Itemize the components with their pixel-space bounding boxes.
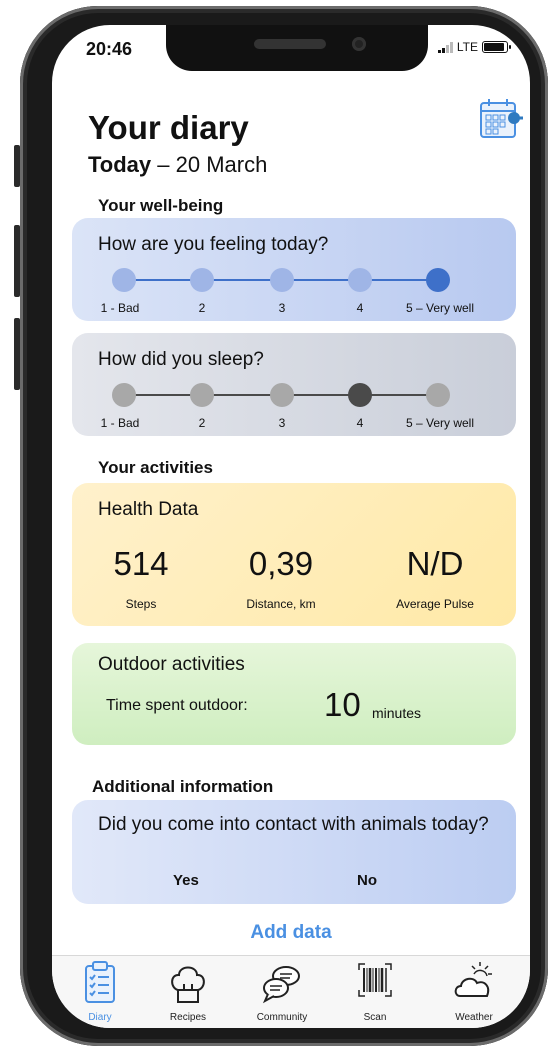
health-data-card[interactable]: Health Data 514 Steps 0,39 Distance, km … (72, 483, 516, 626)
barcode-icon (358, 963, 392, 997)
mute-switch (14, 145, 20, 187)
sleep-option-5-label: 5 – Very well (405, 416, 475, 430)
add-data-button[interactable]: Add data (52, 922, 530, 944)
steps-value: 514 (113, 545, 169, 582)
date-value: – 20 March (151, 152, 268, 177)
outdoor-title: Outdoor activities (98, 654, 245, 675)
calendar-button[interactable] (479, 97, 523, 151)
status-indicators: LTE (437, 40, 511, 54)
tab-community-label: Community (256, 1012, 308, 1023)
distance-value: 0,39 (248, 545, 314, 582)
pulse-value: N/D (406, 545, 464, 582)
feeling-card: How are you feeling today? 1 - Bad 2 3 4 5 –… (72, 218, 516, 321)
sleep-option-5[interactable] (426, 383, 450, 407)
sleep-option-2[interactable] (190, 383, 214, 407)
sleep-option-3-label: 3 (278, 416, 286, 430)
tab-recipes[interactable]: Recipes (148, 956, 228, 1028)
tab-bar: Diary Recipes Community Scan Weather (52, 955, 530, 1028)
section-activities: Your activities (98, 458, 213, 477)
feeling-option-2[interactable] (190, 268, 214, 292)
section-additional: Additional information (92, 777, 274, 796)
sleep-option-3[interactable] (270, 383, 294, 407)
volume-up-button (14, 225, 20, 297)
speaker (254, 39, 326, 49)
sleep-option-1[interactable] (112, 383, 136, 407)
date-today: Today (88, 152, 152, 177)
tab-weather-label: Weather (455, 1012, 493, 1023)
animals-no-option[interactable]: No (357, 872, 377, 889)
tab-diary-label: Diary (88, 1012, 112, 1023)
feeling-option-5[interactable] (426, 268, 450, 292)
feeling-option-5-label: 5 – Very well (405, 301, 475, 315)
signal-icon (437, 41, 453, 53)
outdoor-time-value: 10 (324, 686, 361, 723)
feeling-option-3-label: 3 (278, 301, 286, 315)
network-label: LTE (456, 40, 478, 54)
animals-question: Did you come into contact with animals t… (98, 814, 489, 835)
page-date: Today – 20 March (88, 152, 267, 178)
outdoor-time-unit: minutes (372, 705, 422, 721)
distance-label: Distance, km (246, 597, 316, 611)
page-title: Your diary (88, 109, 249, 146)
outdoor-card[interactable]: Outdoor activities Time spent outdoor: 1… (72, 643, 516, 745)
sleep-option-4-label: 4 (356, 416, 364, 430)
status-time: 20:46 (86, 39, 133, 59)
feeling-option-2-label: 2 (198, 301, 206, 315)
feeling-option-4[interactable] (348, 268, 372, 292)
tab-recipes-label: Recipes (169, 1012, 207, 1023)
feeling-option-1-label: 1 - Bad (100, 301, 140, 315)
tab-scan[interactable]: Scan (335, 956, 415, 1028)
sleep-option-4[interactable] (348, 383, 372, 407)
sleep-option-1-label: 1 - Bad (100, 416, 140, 430)
outdoor-time-label: Time spent outdoor: (106, 697, 248, 714)
app-screen: 20:46 LTE Your diary Today – 20 March Yo… (52, 25, 530, 1028)
cloud-sun-icon (454, 962, 492, 997)
feeling-scale: 1 - Bad 2 3 4 5 – Very well (100, 268, 482, 318)
chef-hat-icon (171, 966, 205, 1003)
tab-community[interactable]: Community (242, 956, 322, 1028)
notch (166, 25, 428, 71)
sleep-scale: 1 - Bad 2 3 4 5 – Very well (100, 383, 482, 433)
sleep-card: How did you sleep? 1 - Bad 2 3 4 5 – Very we… (72, 333, 516, 436)
feeling-option-1[interactable] (112, 268, 136, 292)
calendar-icon (480, 99, 523, 138)
clipboard-icon (85, 961, 115, 1003)
sleep-option-2-label: 2 (198, 416, 206, 430)
battery-icon (482, 41, 511, 53)
feeling-option-3[interactable] (270, 268, 294, 292)
animals-yes-option[interactable]: Yes (173, 872, 199, 889)
tab-diary[interactable]: Diary (60, 956, 140, 1028)
tab-weather[interactable]: Weather (434, 956, 514, 1028)
pulse-label: Average Pulse (396, 597, 474, 611)
volume-down-button (14, 318, 20, 390)
animals-card: Did you come into contact with animals t… (72, 800, 516, 904)
section-wellbeing: Your well-being (98, 196, 224, 215)
health-data-title: Health Data (98, 499, 199, 520)
feeling-option-4-label: 4 (356, 301, 364, 315)
steps-label: Steps (125, 597, 157, 611)
front-camera (352, 37, 366, 51)
tab-scan-label: Scan (363, 1012, 387, 1023)
feeling-question: How are you feeling today? (98, 234, 329, 255)
chat-bubbles-icon (262, 966, 300, 1004)
sleep-question: How did you sleep? (98, 349, 264, 370)
